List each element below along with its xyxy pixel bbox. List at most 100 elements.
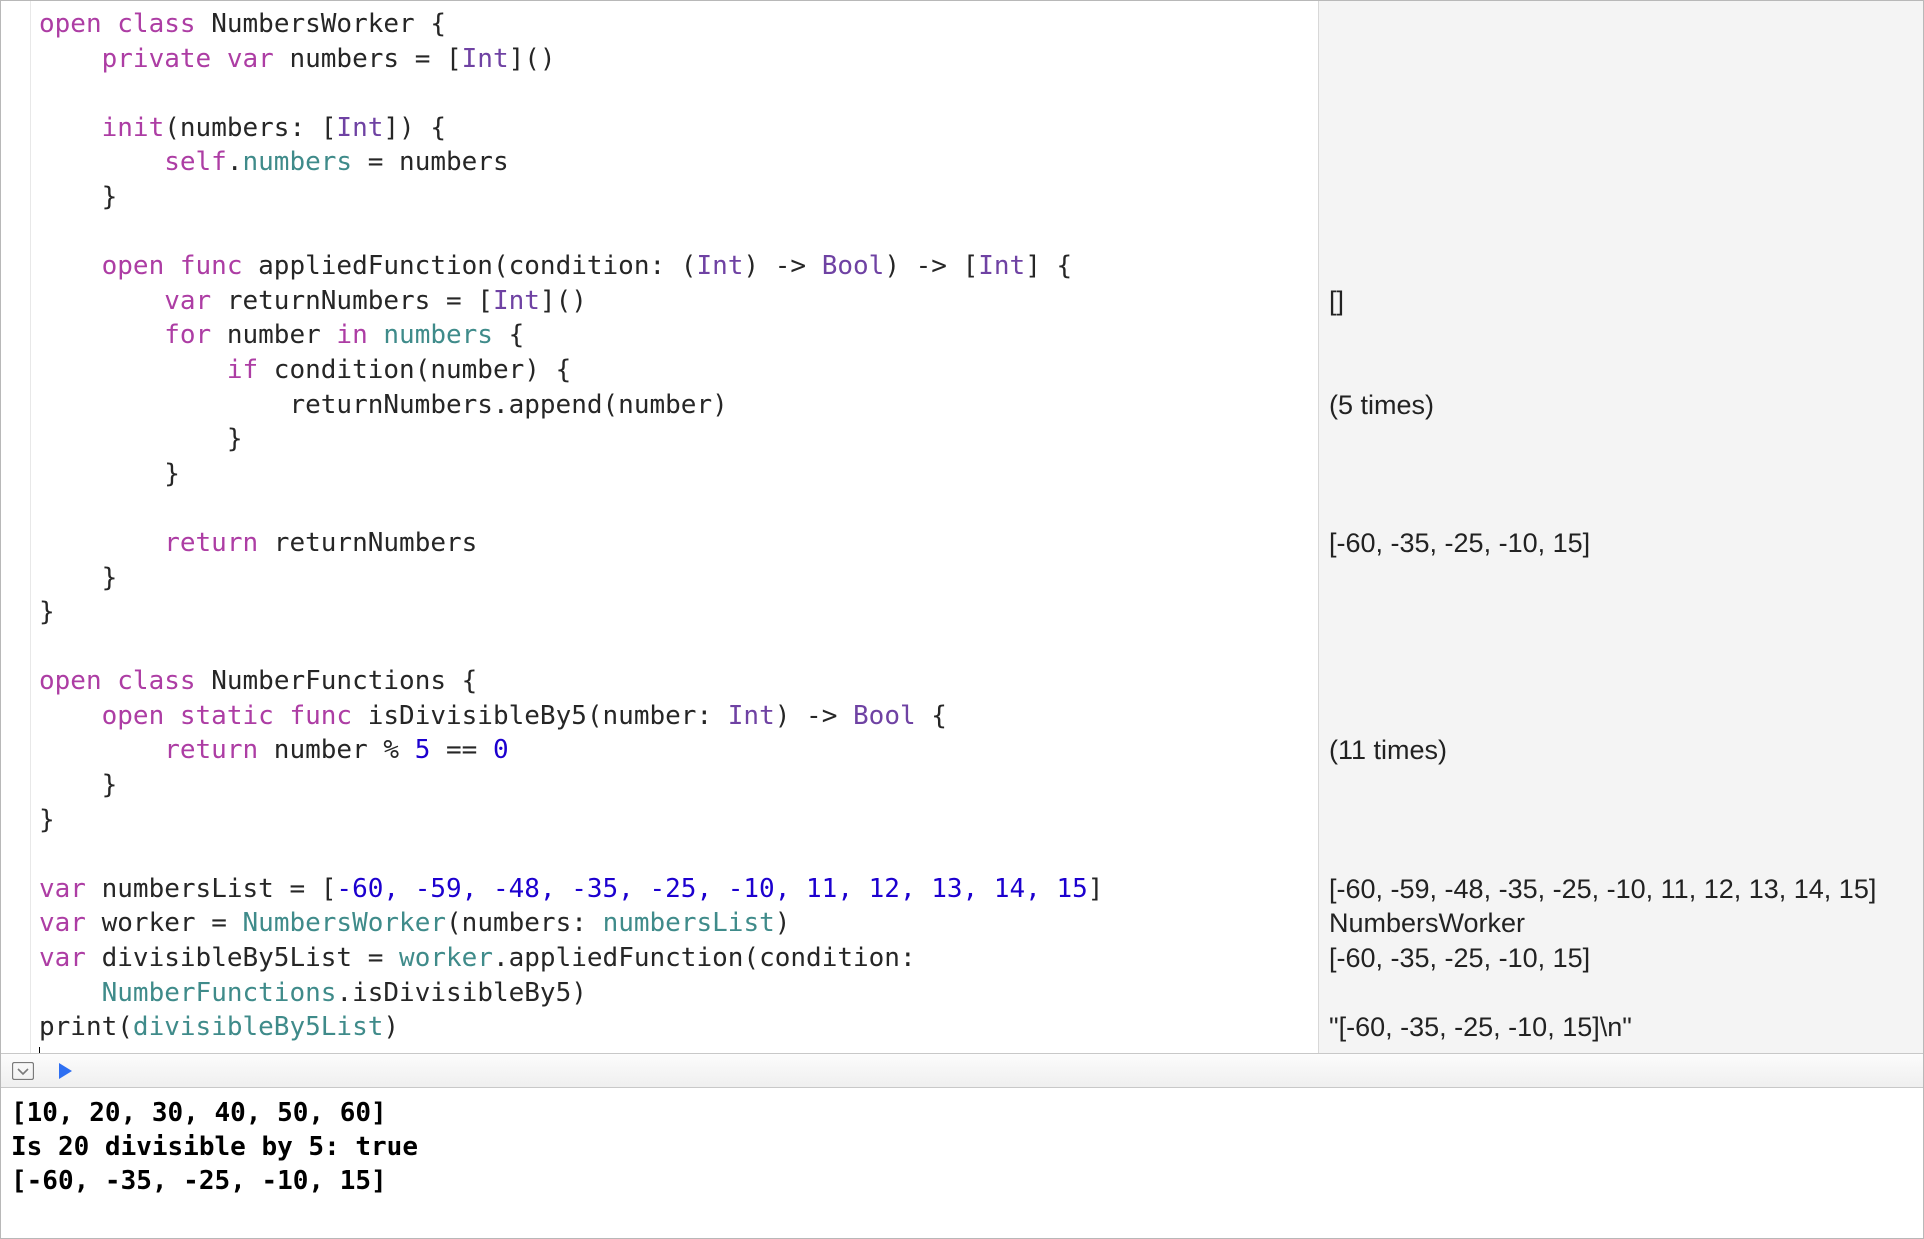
code-token: NumbersWorker { (196, 9, 446, 39)
code-token: Int (336, 113, 383, 143)
code-token (39, 978, 102, 1008)
code-token: { (916, 701, 947, 731)
result-value: "[-60, -35, -25, -10, 15]\n" (1329, 1010, 1915, 1045)
code-token: open static func (39, 701, 352, 731)
code-token: worker = (86, 908, 243, 938)
code-token: Bool (853, 701, 916, 731)
result-value: (11 times) (1329, 733, 1915, 768)
code-token: Bool (822, 251, 885, 281)
code-token: condition(number) { (258, 355, 571, 385)
code-token: } (39, 563, 117, 593)
console-line: Is 20 divisible by 5: true (11, 1132, 418, 1162)
code-token: (numbers: (446, 908, 603, 938)
code-token: ] { (1025, 251, 1072, 281)
result-value: [-60, -35, -25, -10, 15] (1329, 526, 1915, 561)
playground-window: open class NumbersWorker { private var n… (0, 0, 1924, 1239)
code-token: number % (258, 735, 415, 765)
code-token: . (227, 147, 243, 177)
code-token: Int (696, 251, 743, 281)
code-token: } (39, 459, 180, 489)
code-token: var (39, 286, 211, 316)
console-line: [-60, -35, -25, -10, 15] (11, 1166, 387, 1196)
code-token: 5 (415, 735, 431, 765)
console-line: [10, 20, 30, 40, 50, 60] (11, 1098, 387, 1128)
code-token: return (39, 528, 258, 558)
code-token: Int (493, 286, 540, 316)
code-token: (numbers: [ (164, 113, 336, 143)
code-token: .appliedFunction(condition: (493, 943, 931, 973)
code-token: == (430, 735, 493, 765)
code-token: -60, -59, -48, -35, -25, -10, 11, 12, 13… (336, 874, 1087, 904)
code-token: in (336, 320, 367, 350)
code-token: ]) { (383, 113, 446, 143)
play-icon (56, 1062, 74, 1080)
code-token: appliedFunction(condition: ( (243, 251, 697, 281)
code-token: numbersList = [ (86, 874, 336, 904)
code-token: returnNumbers (258, 528, 477, 558)
debug-toolbar (1, 1054, 1923, 1088)
code-token: numbers (383, 320, 493, 350)
result-value: [-60, -35, -25, -10, 15] (1329, 941, 1915, 976)
code-token: open class (39, 666, 196, 696)
code-token: } (39, 597, 55, 627)
code-token: Int (462, 44, 509, 74)
code-token: ] (1088, 874, 1104, 904)
code-token: self (39, 147, 227, 177)
code-token: divisibleBy5List = (86, 943, 399, 973)
code-token: ) -> [ (884, 251, 978, 281)
code-token: NumberFunctions (102, 978, 337, 1008)
result-value: [-60, -59, -48, -35, -25, -10, 11, 12, 1… (1329, 872, 1915, 907)
code-token: = numbers (352, 147, 509, 177)
results-sidebar: [] (5 times) [-60, -35, -25, -10, 15] (11 t… (1318, 1, 1923, 1053)
code-editor[interactable]: open class NumbersWorker { private var n… (31, 1, 1318, 1053)
chevron-down-boxed-icon (12, 1062, 34, 1080)
code-token: print( (39, 1012, 133, 1042)
result-value: NumbersWorker (1329, 906, 1915, 941)
code-token: } (39, 424, 243, 454)
code-token (368, 320, 384, 350)
code-token: var (39, 943, 86, 973)
result-value: (5 times) (1329, 388, 1915, 423)
code-token: ) -> (743, 251, 821, 281)
code-token: init (39, 113, 164, 143)
code-token: ]() (540, 286, 587, 316)
code-token: divisibleBy5List (133, 1012, 383, 1042)
code-token: ) (775, 908, 791, 938)
code-token: return (39, 735, 258, 765)
code-token: ) -> (775, 701, 853, 731)
line-gutter (1, 1, 31, 1053)
code-token: returnNumbers = [ (211, 286, 493, 316)
code-token: for (39, 320, 211, 350)
code-token: } (39, 770, 117, 800)
code-token: Int (728, 701, 775, 731)
code-token: open func (39, 251, 243, 281)
code-token: worker (399, 943, 493, 973)
result-value: [] (1329, 284, 1915, 319)
console-output[interactable]: [10, 20, 30, 40, 50, 60] Is 20 divisible… (1, 1088, 1923, 1238)
code-token: numbers = [ (274, 44, 462, 74)
code-token: open class (39, 9, 196, 39)
code-token: returnNumbers.append(number) (39, 390, 728, 420)
text-cursor (39, 1047, 40, 1053)
code-token: NumbersWorker (243, 908, 447, 938)
code-token: var (39, 874, 86, 904)
code-token: } (39, 182, 117, 212)
code-token: ) (383, 1012, 399, 1042)
code-token: { (493, 320, 524, 350)
main-split: open class NumbersWorker { private var n… (1, 1, 1923, 1054)
run-button[interactable] (53, 1059, 77, 1083)
code-token: } (39, 805, 55, 835)
code-token: private var (39, 44, 274, 74)
toggle-results-button[interactable] (11, 1059, 35, 1083)
code-token: if (39, 355, 258, 385)
code-token: .isDivisibleBy5) (336, 978, 586, 1008)
code-token: ]() (509, 44, 556, 74)
code-token: var (39, 908, 86, 938)
code-token: Int (978, 251, 1025, 281)
code-token: number (211, 320, 336, 350)
code-token: isDivisibleBy5(number: (352, 701, 728, 731)
code-token: 0 (493, 735, 509, 765)
code-token: numbersList (603, 908, 775, 938)
code-token: numbers (243, 147, 353, 177)
code-token: NumberFunctions { (196, 666, 478, 696)
